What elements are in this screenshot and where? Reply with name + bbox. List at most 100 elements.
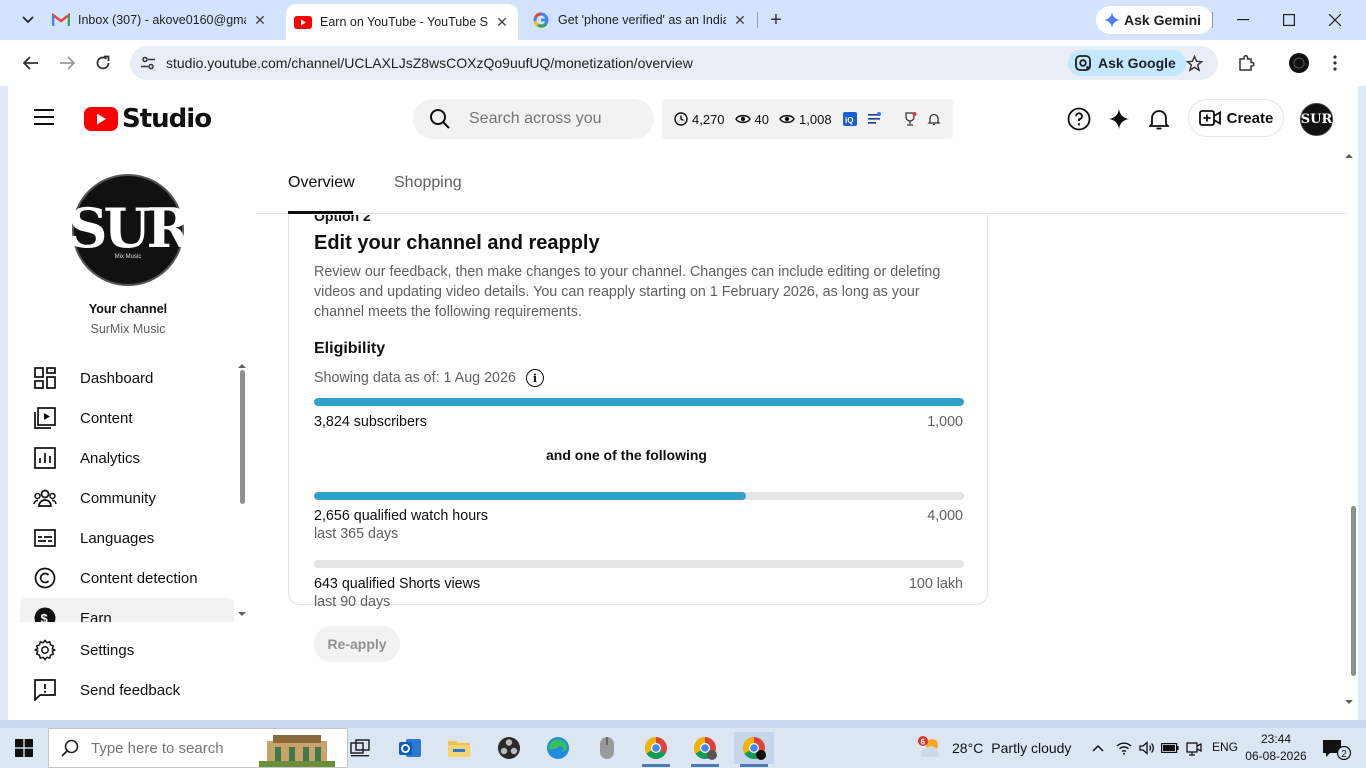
ask-gemini-label: Ask Gemini [1124,12,1202,28]
trophy-extension-icon[interactable] [902,111,918,127]
reload-button[interactable] [90,50,116,76]
browser-tab-youtube-studio[interactable]: Earn on YouTube - YouTube Studio ✕ [286,4,518,40]
content-icon [33,406,57,430]
tab-label: Shopping [394,174,462,191]
taskbar-search-input[interactable] [91,739,251,757]
profile-button[interactable] [1287,51,1311,75]
show-hidden-icons-button[interactable] [1088,738,1108,758]
channel-avatar[interactable]: SUR Mix Music [69,174,191,286]
create-button[interactable]: Create [1188,99,1284,137]
vidiq-extension-icon[interactable]: iQ [842,111,858,127]
taskbar-outlook[interactable] [390,732,430,764]
site-info-icon[interactable] [138,53,158,73]
new-tab-button[interactable]: + [764,8,788,32]
chrome-icon [694,737,717,760]
taskbar-mouse-app[interactable] [587,732,627,764]
close-tab-icon[interactable]: ✕ [252,12,268,28]
feedback-icon [33,678,57,702]
sidebar-item-settings[interactable]: Settings [20,630,234,670]
maximize-button[interactable] [1266,0,1312,40]
sidebar-item-label: Earn [80,609,112,623]
sidebar-item-dashboard[interactable]: Dashboard [20,358,234,398]
battery-tray-button[interactable] [1160,738,1180,758]
scroll-down-arrow-icon[interactable] [1345,698,1353,706]
search-icon [430,109,450,129]
menu-button[interactable] [34,108,56,130]
sidebar-item-content[interactable]: Content [20,398,234,438]
taskbar-edge[interactable] [538,732,578,764]
network-tray-button[interactable] [1114,738,1134,758]
taskbar-file-explorer[interactable] [439,732,479,764]
data-as-of-text: Showing data as of: 1 Aug 2026 [314,370,516,386]
tab-shopping[interactable]: Shopping [394,152,462,214]
active-tab-indicator [288,211,353,214]
address-bar[interactable]: studio.youtube.com/channel/UCLAXLJsZ8wsC… [130,46,1218,80]
forward-button[interactable] [54,50,80,76]
extensions-button[interactable] [1234,51,1258,75]
sidebar-scrollbar-thumb[interactable] [240,370,245,504]
info-icon[interactable]: i [525,369,544,387]
speaker-icon [1139,741,1154,755]
card-description: Review our feedback, then make changes t… [314,264,941,320]
sidebar: SUR Mix Music Your channel SurMix Music … [8,152,256,720]
help-button[interactable] [1066,106,1092,132]
edge-icon [547,737,569,759]
sidebar-item-analytics[interactable]: Analytics [20,438,234,478]
sidebar-item-earn[interactable]: $ Earn [20,598,234,622]
sidebar-nav-scroll: Dashboard Content Analytics Community La… [8,358,256,622]
shorts-views-period: last 90 days [314,594,391,610]
back-button[interactable] [18,50,44,76]
browser-tab-google[interactable]: Get 'phone verified' as an India ✕ [532,0,748,40]
close-window-button[interactable] [1312,0,1358,40]
tab-search-button[interactable] [14,8,42,32]
sidebar-item-languages[interactable]: Languages [20,518,234,558]
action-center-button[interactable]: 2 [1322,738,1352,761]
taskbar-clock[interactable]: 23:44 06-08-2026 [1244,731,1308,765]
taskbar-chrome-2[interactable] [685,732,725,767]
scroll-up-arrow-icon[interactable] [238,362,246,370]
volume-tray-button[interactable] [1137,738,1157,758]
sidebar-item-content-detection[interactable]: Content detection [20,558,234,598]
weather-widget[interactable]: 6 28°C Partly cloudy [918,728,1071,768]
browser-tab-gmail[interactable]: Inbox (307) - akove0160@gmail.com ✕ [52,0,268,40]
bookmark-star-icon[interactable] [1184,53,1204,73]
page-scrollbar-thumb[interactable] [1351,506,1356,676]
start-button[interactable] [0,728,48,768]
close-tab-icon[interactable]: ✕ [494,14,510,30]
ask-google-button[interactable]: Ask Google [1068,50,1186,76]
copyright-icon [33,566,57,590]
taskbar-search[interactable] [48,728,348,768]
minimize-button[interactable] [1220,0,1266,40]
list-extension-icon[interactable] [866,111,882,127]
search-input[interactable] [469,107,601,131]
maximize-icon [1283,14,1295,26]
chrome-menu-button[interactable] [1323,51,1347,75]
taskbar-chrome-1[interactable] [636,732,676,767]
ask-gemini-button[interactable]: Ask Gemini [1096,6,1214,34]
hamburger-icon [34,109,54,125]
reapply-button[interactable]: Re-apply [314,626,400,662]
sidebar-item-send-feedback[interactable]: Send feedback [20,670,234,710]
studio-logo[interactable]: Studio [84,104,212,134]
puzzle-icon [1239,54,1255,71]
scroll-down-arrow-icon[interactable] [238,610,246,618]
scroll-up-arrow-icon[interactable] [1345,152,1353,160]
gemini-button[interactable] [1106,106,1132,132]
meet-now-tray-button[interactable] [1184,738,1204,758]
bell-extension-icon[interactable] [926,111,942,127]
watch-hours-progress-bar [314,492,964,500]
account-avatar[interactable]: SUR [1300,103,1333,136]
search-bar[interactable] [413,99,654,139]
taskbar-chrome-3-active[interactable] [734,732,774,767]
task-view-button[interactable] [340,732,380,764]
input-language-indicator[interactable]: ENG [1212,740,1238,754]
chrome-icon [743,737,766,760]
close-tab-icon[interactable]: ✕ [732,12,748,28]
sidebar-item-community[interactable]: Community [20,478,234,518]
watch-hours-count: 2,656 qualified watch hours [314,508,489,524]
notifications-button[interactable] [1146,106,1172,132]
tab-overview[interactable]: Overview [288,152,355,214]
taskbar-obs[interactable] [489,732,529,764]
tab-separator [757,12,758,28]
subscribers-count: 3,824 subscribers [314,414,427,430]
